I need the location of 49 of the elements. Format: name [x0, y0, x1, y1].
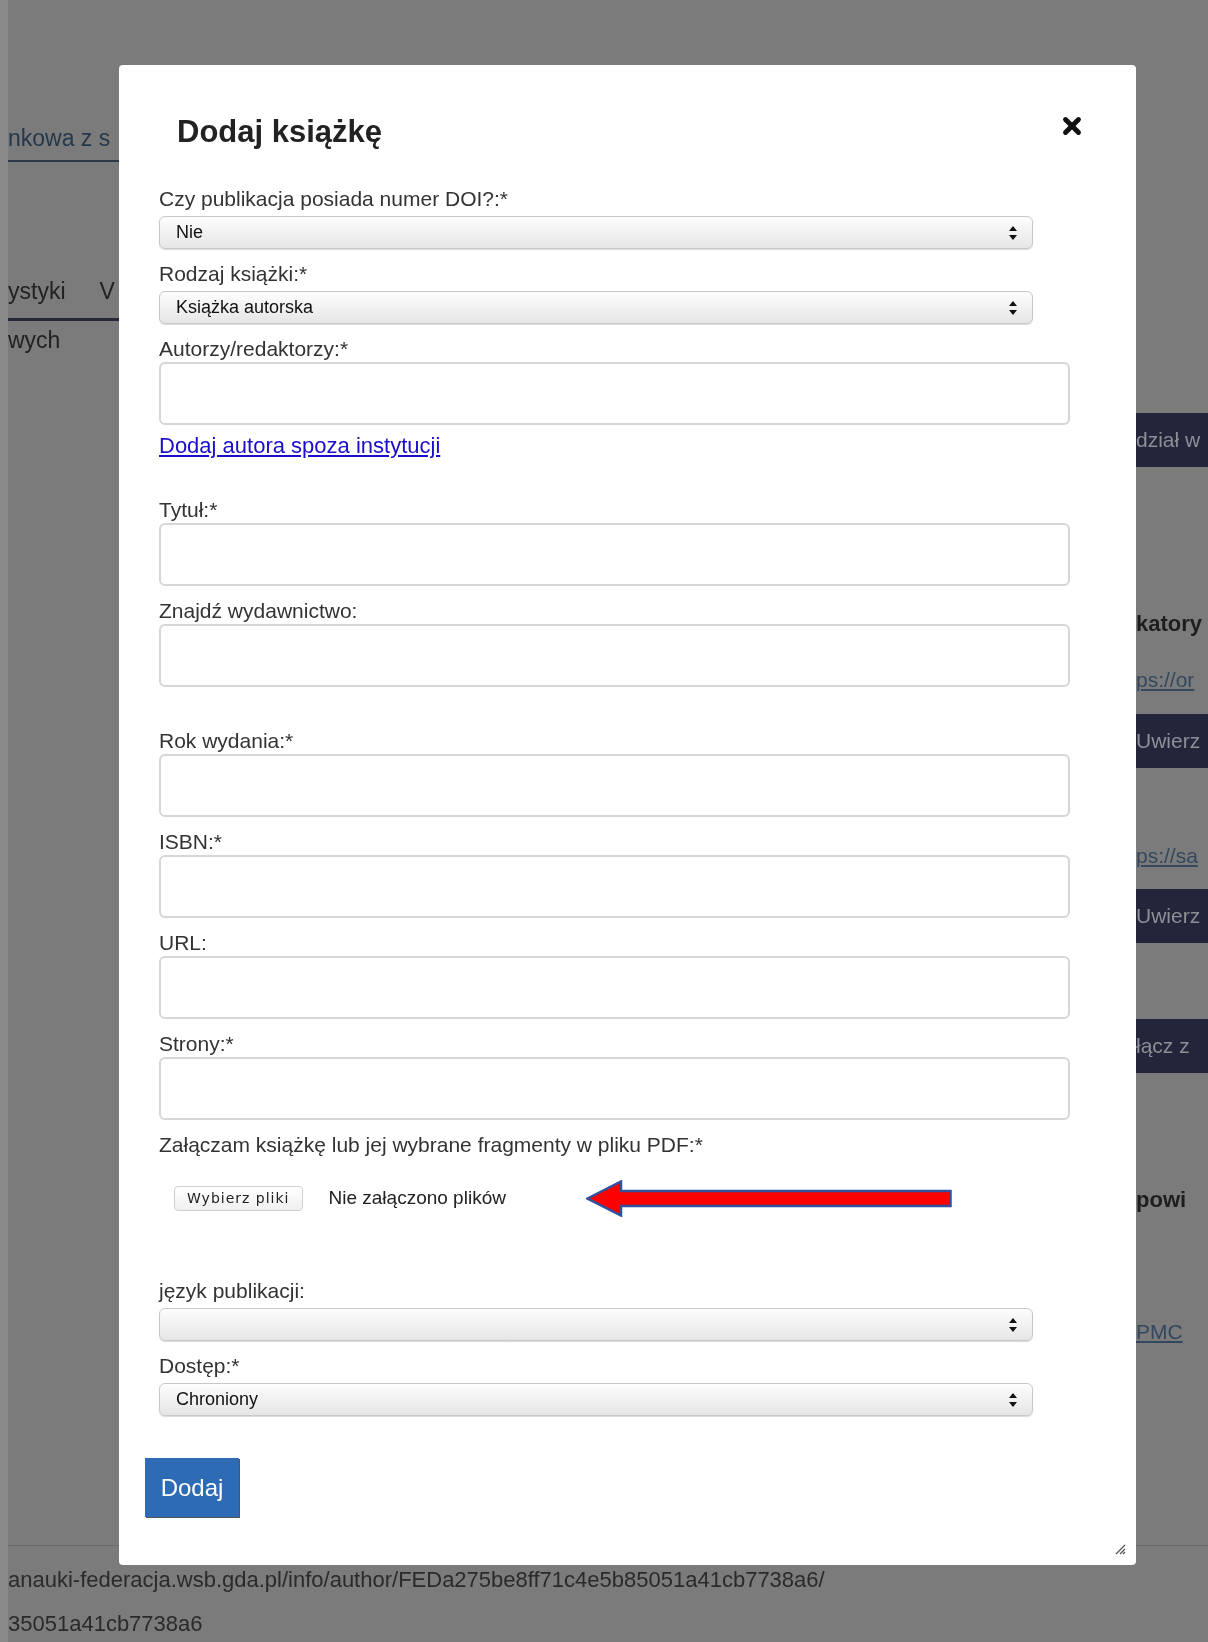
select-field[interactable]: Książka autorska — [159, 291, 1033, 324]
choose-files-button[interactable]: Wybierz pliki — [174, 1186, 303, 1211]
up-down-icon — [1008, 1391, 1018, 1408]
field-label: Autorzy/redaktorzy:* — [159, 337, 349, 361]
field-label: Rok wydania:* — [159, 729, 294, 753]
input-field[interactable] — [159, 855, 1070, 918]
page-button[interactable]: Uwierz — [1136, 889, 1208, 943]
select-value: Nie — [176, 221, 203, 244]
field-label: Tytuł:* — [159, 498, 218, 522]
search-field[interactable] — [159, 624, 1070, 687]
resize-handle-icon — [1114, 1543, 1126, 1555]
select-field[interactable] — [159, 1308, 1033, 1341]
select-value: Książka autorska — [176, 296, 314, 319]
field-label: Załączam książkę lub jej wybrane fragmenty w pliku PDF:* — [159, 1133, 703, 1157]
arrow-icon — [585, 1180, 952, 1217]
field-label: język publikacji: — [159, 1279, 305, 1303]
url-text: 35051a41cb7738a6 — [8, 1610, 204, 1638]
page-text: wych — [8, 326, 62, 355]
nav-tab[interactable]: V — [99, 273, 115, 308]
section-heading: powi — [1136, 1186, 1188, 1214]
page-button[interactable]: łącz z — [1136, 1019, 1208, 1073]
up-down-icon — [1008, 224, 1018, 241]
submit-button[interactable]: Dodaj — [145, 1458, 239, 1517]
field-label: Czy publikacja posiada numer DOI?:* — [159, 187, 508, 211]
input-field[interactable] — [159, 523, 1070, 586]
field-label: ISBN:* — [159, 830, 223, 854]
page-link[interactable]: nkowa z s — [8, 125, 111, 151]
dialog-title: Dodaj książkę — [177, 113, 383, 151]
select-field[interactable]: Chroniony — [159, 1383, 1033, 1416]
page-button[interactable]: Uwierz — [1136, 713, 1208, 768]
up-down-icon — [1008, 1316, 1018, 1333]
file-status: Nie załączono plików — [328, 1186, 506, 1211]
input-field[interactable] — [159, 754, 1070, 817]
up-down-icon — [1008, 299, 1018, 316]
add-author-link[interactable]: Dodaj autora spoza instytucji — [159, 433, 441, 458]
input-field[interactable] — [159, 362, 1070, 425]
field-label: URL: — [159, 931, 207, 955]
select-value: Chroniony — [176, 1388, 259, 1411]
select-field[interactable]: Nie — [159, 216, 1033, 249]
field-label: Dostęp:* — [159, 1354, 240, 1378]
nav-tab[interactable]: ystyki — [8, 273, 66, 308]
page-button[interactable]: dział w — [1136, 413, 1208, 467]
field-label: Strony:* — [159, 1032, 234, 1056]
field-label: Znajdź wydawnictwo: — [159, 599, 358, 623]
section-heading: katory — [1136, 610, 1204, 638]
input-field[interactable] — [159, 956, 1070, 1019]
url-text: anauki-federacja.wsb.gda.pl/info/author/FEDa275be8ff71c4e5b85051a41cb7738a6/ — [8, 1566, 826, 1594]
field-label: Rodzaj książki:* — [159, 262, 308, 286]
input-field[interactable] — [159, 1057, 1070, 1120]
